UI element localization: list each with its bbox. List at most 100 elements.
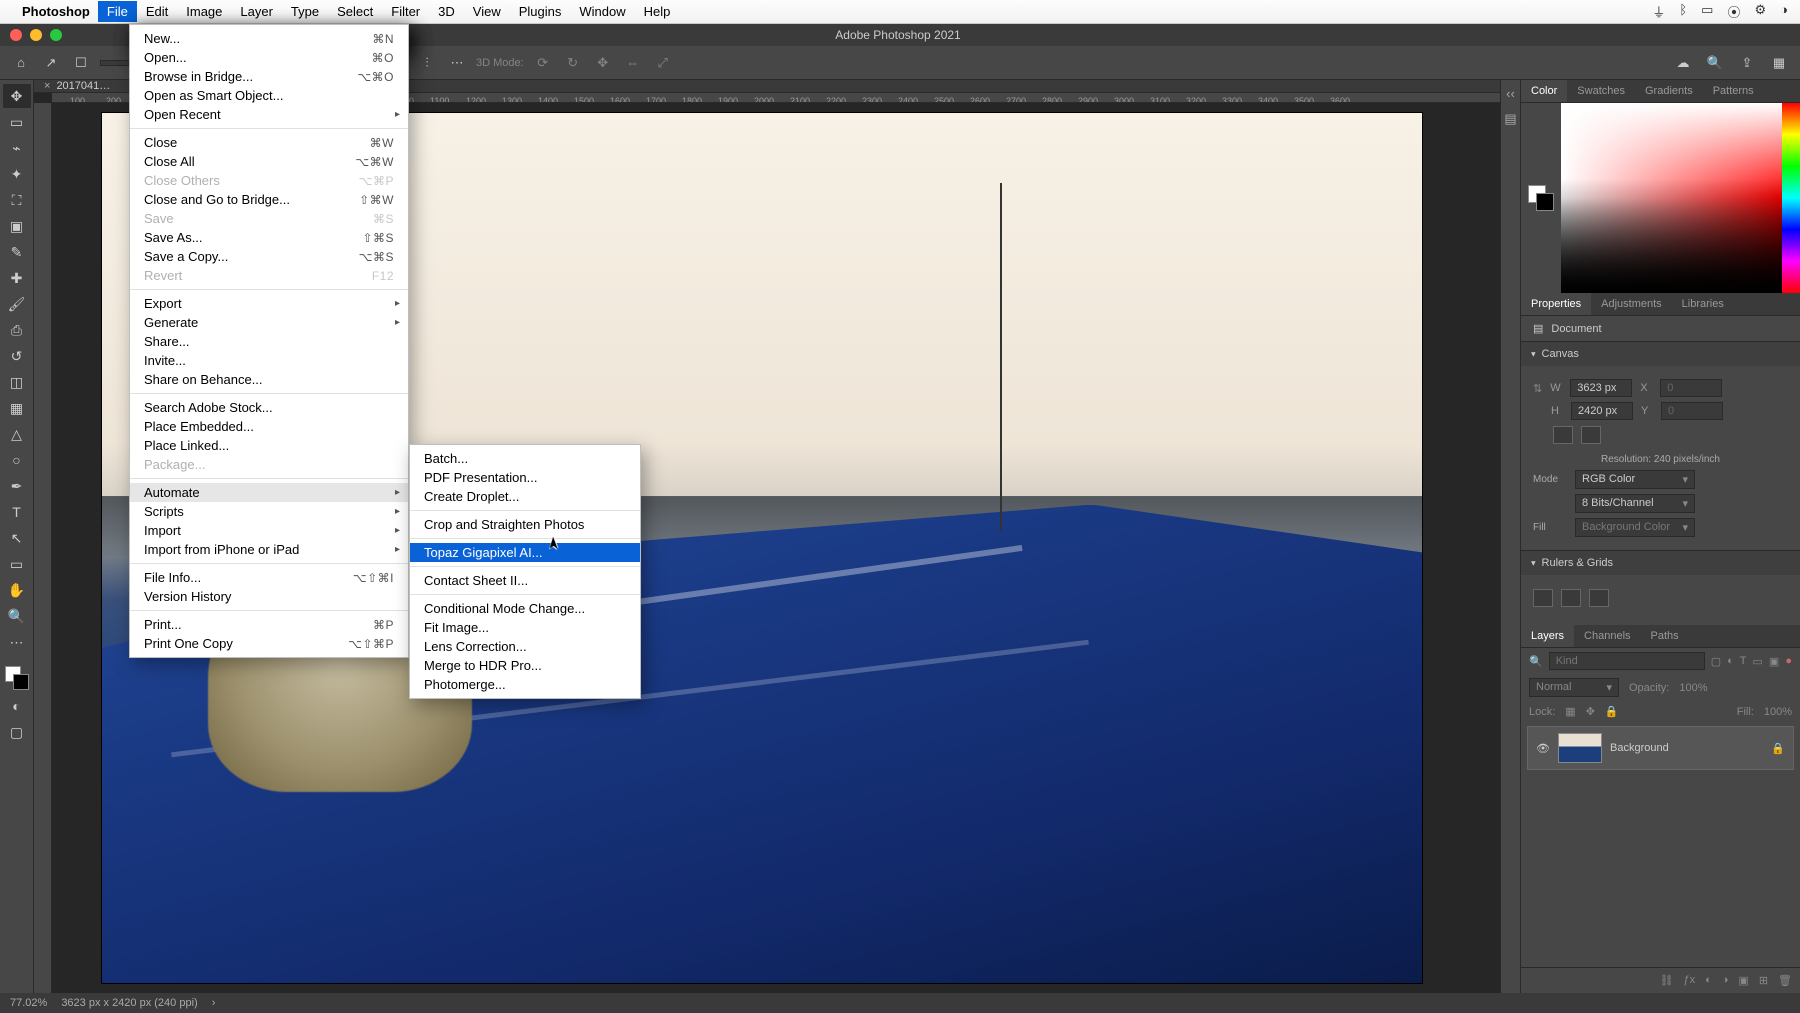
share-icon[interactable]: ⇪: [1736, 52, 1758, 74]
new-layer-icon[interactable]: ⊞: [1759, 974, 1768, 987]
eraser-tool[interactable]: ◫: [3, 370, 31, 394]
filter-toggle-icon[interactable]: ●: [1785, 653, 1792, 669]
fx-icon[interactable]: ƒx: [1683, 974, 1695, 987]
rulers-section-header[interactable]: Rulers & Grids: [1521, 551, 1800, 575]
shape-tool[interactable]: ▭: [3, 552, 31, 576]
window-maximize-button[interactable]: [50, 29, 62, 41]
automate-menu-item[interactable]: Fit Image...: [410, 618, 640, 637]
app-name[interactable]: Photoshop: [22, 4, 90, 19]
ruler-vertical[interactable]: [34, 103, 52, 993]
pen-tool[interactable]: ✒: [3, 474, 31, 498]
file-menu-item[interactable]: Open as Smart Object...: [130, 86, 408, 105]
tab-channels[interactable]: Channels: [1574, 625, 1640, 647]
3d-orbit-icon[interactable]: ⟳: [532, 52, 554, 74]
more-icon[interactable]: ⋯: [446, 52, 468, 74]
automate-menu-item[interactable]: Photomerge...: [410, 675, 640, 694]
mask-icon[interactable]: ◐: [1705, 974, 1712, 987]
tab-adjustments[interactable]: Adjustments: [1591, 293, 1672, 315]
status-arrow-icon[interactable]: ›: [212, 997, 216, 1009]
history-panel-icon[interactable]: ▤: [1504, 111, 1516, 127]
file-menu-item[interactable]: Share...: [130, 332, 408, 351]
crop-tool[interactable]: ⛶: [3, 188, 31, 212]
menu-select[interactable]: Select: [328, 1, 382, 22]
guides-btn[interactable]: [1589, 589, 1609, 607]
automate-menu-item[interactable]: Lens Correction...: [410, 637, 640, 656]
lock-position-icon[interactable]: ✥: [1586, 705, 1595, 718]
file-menu-item[interactable]: Import from iPhone or iPad: [130, 540, 408, 559]
file-menu-item[interactable]: Browse in Bridge...⌥⌘O: [130, 67, 408, 86]
control-center-icon[interactable]: ⚙: [1754, 2, 1766, 21]
lasso-tool[interactable]: ⌁: [3, 136, 31, 160]
file-menu-item[interactable]: Save a Copy...⌥⌘S: [130, 247, 408, 266]
doc-dimensions[interactable]: 3623 px x 2420 px (240 ppi): [61, 997, 197, 1009]
automate-menu-item[interactable]: Batch...: [410, 449, 640, 468]
bluetooth-icon[interactable]: ᛒ: [1679, 2, 1687, 21]
tab-libraries[interactable]: Libraries: [1672, 293, 1734, 315]
menu-plugins[interactable]: Plugins: [510, 1, 571, 22]
portrait-button[interactable]: [1553, 426, 1573, 444]
3d-roll-icon[interactable]: ↻: [562, 52, 584, 74]
tab-close-icon[interactable]: ×: [44, 80, 50, 92]
tab-gradients[interactable]: Gradients: [1635, 80, 1703, 102]
automate-menu-item[interactable]: Crop and Straighten Photos: [410, 515, 640, 534]
file-menu-item[interactable]: Place Linked...: [130, 436, 408, 455]
battery-icon[interactable]: ▭: [1701, 2, 1713, 21]
automate-menu-item[interactable]: PDF Presentation...: [410, 468, 640, 487]
tool-preset-icon[interactable]: ↗: [40, 52, 62, 74]
canvas-width[interactable]: 3623 px: [1570, 379, 1632, 397]
home-icon[interactable]: ⌂: [10, 52, 32, 74]
menu-type[interactable]: Type: [282, 1, 328, 22]
file-menu-item[interactable]: Invite...: [130, 351, 408, 370]
type-tool[interactable]: T: [3, 500, 31, 524]
eyedropper-tool[interactable]: ✎: [3, 240, 31, 264]
hue-strip[interactable]: [1782, 103, 1800, 293]
file-menu-item[interactable]: Close⌘W: [130, 133, 408, 152]
blend-mode-select[interactable]: Normal: [1529, 678, 1619, 697]
siri-icon[interactable]: ◑: [1780, 2, 1788, 21]
window-close-button[interactable]: [10, 29, 22, 41]
3d-pan-icon[interactable]: ✥: [592, 52, 614, 74]
automate-menu-item[interactable]: Conditional Mode Change...: [410, 599, 640, 618]
grid-btn[interactable]: [1561, 589, 1581, 607]
dodge-tool[interactable]: ○: [3, 448, 31, 472]
marquee-tool[interactable]: ▭: [3, 110, 31, 134]
cloud-docs-icon[interactable]: ☁: [1672, 52, 1694, 74]
color-mode-select[interactable]: RGB Color: [1575, 470, 1695, 489]
opacity-value[interactable]: 100%: [1679, 682, 1707, 694]
menu-window[interactable]: Window: [570, 1, 634, 22]
tab-properties[interactable]: Properties: [1521, 293, 1591, 315]
link-layers-icon[interactable]: ⛓: [1660, 974, 1674, 987]
hand-tool[interactable]: ✋: [3, 578, 31, 602]
fill-value[interactable]: 100%: [1764, 706, 1792, 718]
menu-file[interactable]: File: [98, 1, 137, 22]
file-menu-item[interactable]: Generate: [130, 313, 408, 332]
menu-help[interactable]: Help: [635, 1, 680, 22]
gradient-tool[interactable]: ▦: [3, 396, 31, 420]
brush-tool[interactable]: 🖌: [3, 292, 31, 316]
move-tool[interactable]: ✥: [3, 84, 31, 108]
tab-swatches[interactable]: Swatches: [1567, 80, 1635, 102]
window-minimize-button[interactable]: [30, 29, 42, 41]
file-menu-item[interactable]: Print One Copy⌥⇧⌘P: [130, 634, 408, 653]
tab-layers[interactable]: Layers: [1521, 625, 1574, 647]
menu-image[interactable]: Image: [177, 1, 231, 22]
color-spectrum[interactable]: [1561, 103, 1782, 293]
layer-visibility-icon[interactable]: 👁: [1536, 742, 1550, 755]
file-menu-item[interactable]: Print...⌘P: [130, 615, 408, 634]
canvas-x[interactable]: 0: [1660, 379, 1722, 397]
filter-smart-icon[interactable]: ▣: [1769, 653, 1779, 669]
group-icon[interactable]: ▣: [1738, 974, 1748, 987]
file-menu-item[interactable]: File Info...⌥⇧⌘I: [130, 568, 408, 587]
lock-pixels-icon[interactable]: ▦: [1565, 705, 1575, 718]
filter-type-icon[interactable]: T: [1740, 653, 1747, 669]
adjustment-icon[interactable]: ◑: [1722, 974, 1729, 987]
wifi-icon[interactable]: ⏚: [1652, 2, 1665, 21]
auto-select-toggle[interactable]: ☐: [70, 52, 92, 74]
layer-thumbnail[interactable]: [1558, 733, 1602, 763]
menu-filter[interactable]: Filter: [382, 1, 429, 22]
landscape-button[interactable]: [1581, 426, 1601, 444]
bit-depth-select[interactable]: 8 Bits/Channel: [1575, 494, 1695, 513]
lock-all-icon[interactable]: 🔒: [1605, 705, 1619, 718]
heal-tool[interactable]: ✚: [3, 266, 31, 290]
tab-paths[interactable]: Paths: [1641, 625, 1689, 647]
